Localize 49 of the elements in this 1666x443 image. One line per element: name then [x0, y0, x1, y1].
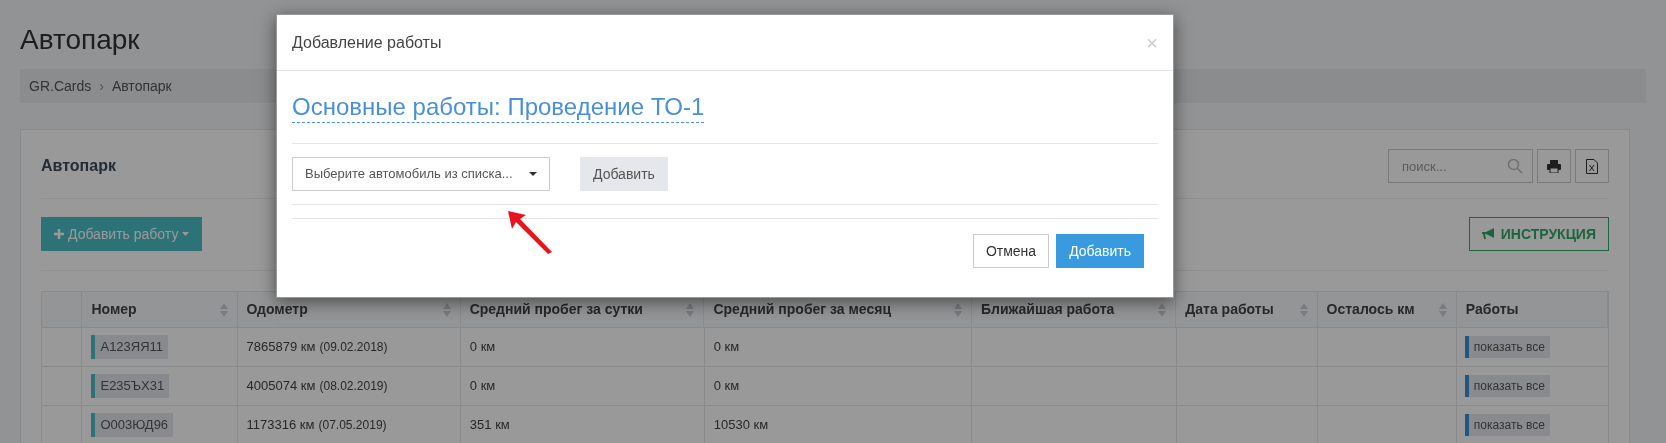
- plate-tag: Е235ЪХ31: [91, 374, 170, 398]
- excel-export-button[interactable]: [1575, 149, 1609, 183]
- table-cell-text: 0 км: [469, 377, 496, 396]
- search-field[interactable]: поиск...: [1388, 149, 1533, 183]
- table-cell: 4005074 км (08.02.2019): [237, 367, 461, 405]
- show-all-tag[interactable]: показать все: [1464, 336, 1550, 358]
- table-cell-text: 0 км: [713, 338, 740, 357]
- sort-icon[interactable]: [1299, 302, 1308, 317]
- work-title-link[interactable]: Основные работы: Проведение ТО-1: [292, 91, 705, 123]
- annotation-arrow: [506, 209, 554, 255]
- panel-title: Автопарк: [41, 156, 116, 176]
- table-cell-text: 0 км: [469, 338, 496, 357]
- sort-icon[interactable]: [686, 302, 695, 317]
- search-icon: [1507, 158, 1523, 174]
- plate-tag: А123ЯЯ11: [91, 335, 169, 359]
- column-header: Работы: [1456, 292, 1608, 327]
- modal-title: Добавление работы: [292, 32, 442, 53]
- sort-icon[interactable]: [219, 302, 228, 317]
- caret-icon: [529, 172, 537, 176]
- table-cell-text: 10530 км: [713, 416, 769, 435]
- plate-tag: О003ЮД96: [91, 413, 174, 437]
- show-all-tag[interactable]: показать все: [1464, 414, 1550, 436]
- show-all-tag[interactable]: показать все: [1464, 375, 1550, 397]
- cancel-button[interactable]: Отмена: [972, 234, 1050, 268]
- sort-icon[interactable]: [1438, 302, 1447, 317]
- sort-icon[interactable]: [953, 302, 962, 317]
- plus-icon: [54, 229, 64, 239]
- table-cell: 7865879 км (09.02.2018): [237, 328, 461, 366]
- instruction-button[interactable]: ИНСТРУКЦИЯ: [1468, 217, 1609, 251]
- printer-icon: [1547, 159, 1561, 173]
- column-header[interactable]: Осталось км: [1317, 292, 1457, 327]
- submit-button[interactable]: Добавить: [1056, 234, 1144, 268]
- table-cell-text: 351 км: [469, 416, 510, 435]
- sort-icon[interactable]: [442, 302, 451, 317]
- breadcrumb-link[interactable]: GR.Cards: [29, 75, 92, 97]
- table-cell: 1173316 км (07.05.2019): [237, 406, 461, 443]
- column-header[interactable]: Дата работы: [1176, 292, 1318, 327]
- caret-icon: [182, 232, 190, 236]
- page-title: Автопарк: [20, 23, 140, 57]
- table-cell-text: 0 км: [713, 377, 740, 396]
- add-car-button[interactable]: Добавить: [580, 157, 668, 191]
- car-select[interactable]: Выберите автомобиль из списка...: [292, 157, 550, 191]
- megaphone-icon: [1481, 228, 1496, 240]
- sort-icon[interactable]: [1158, 302, 1167, 317]
- breadcrumb-separator: ›: [99, 76, 104, 96]
- print-button[interactable]: [1537, 149, 1571, 183]
- file-icon: [1586, 158, 1598, 174]
- column-header[interactable]: Номер: [82, 292, 238, 327]
- breadcrumb-link[interactable]: Автопарк: [111, 75, 172, 97]
